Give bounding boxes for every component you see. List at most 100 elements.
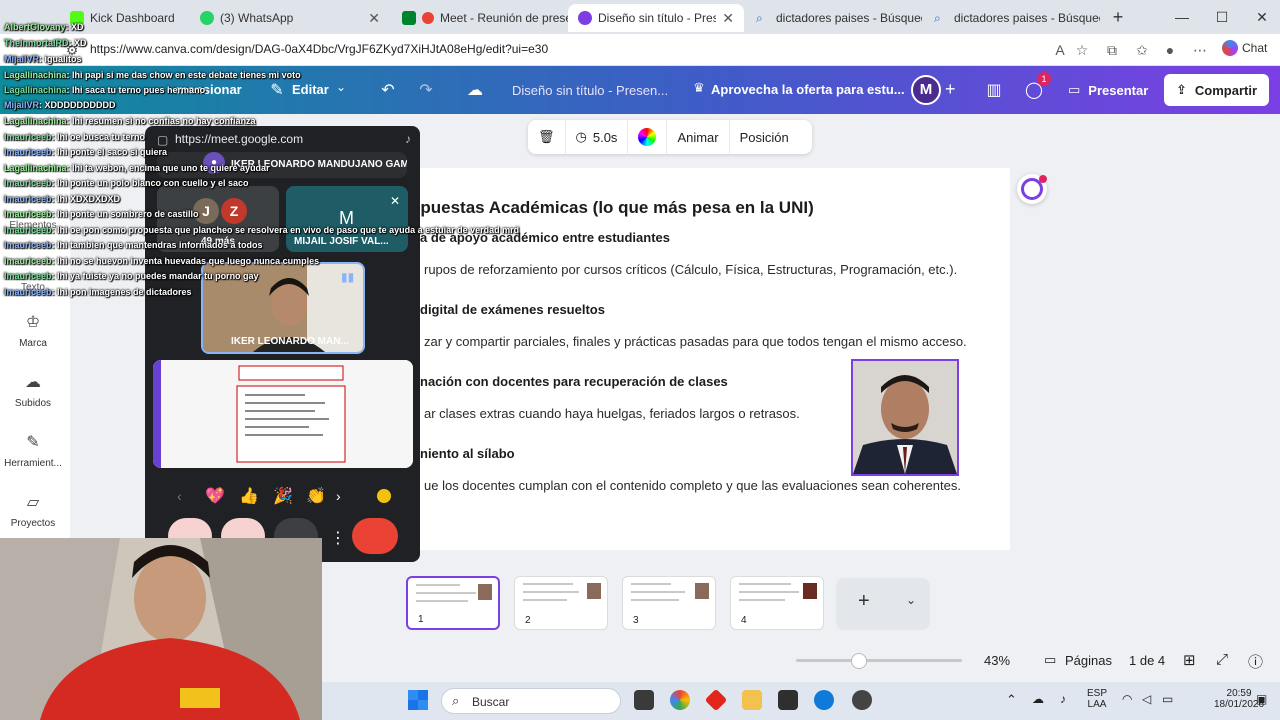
- slide-heading[interactable]: opuestas Académicas (lo que más pesa en …: [410, 198, 814, 218]
- cloud-icon[interactable]: ☁: [1032, 692, 1044, 706]
- page-thumbnail[interactable]: 1: [406, 576, 500, 630]
- zoom-level[interactable]: 43%: [984, 653, 1010, 668]
- maximize-button[interactable]: ☐: [1206, 6, 1238, 28]
- slide-item-body[interactable]: zar y compartir parciales, finales y prá…: [424, 334, 967, 349]
- slide-item-body[interactable]: ue los docentes cumplan con el contenido…: [424, 478, 961, 493]
- chevron-down-icon[interactable]: ⌄: [330, 80, 352, 94]
- grid-view-icon[interactable]: ⊞: [1183, 651, 1196, 669]
- clapping-hands-icon[interactable]: 👏: [306, 486, 326, 506]
- obs-icon[interactable]: [852, 690, 872, 710]
- thumb-line: [523, 599, 567, 601]
- new-tab-button[interactable]: +: [1102, 6, 1134, 28]
- microphone-icon[interactable]: ♪: [1060, 692, 1066, 706]
- thumb-line: [739, 599, 785, 601]
- present-button[interactable]: ▭ Presentar: [1056, 74, 1160, 106]
- help-icon[interactable]: ⓘ: [1248, 651, 1263, 672]
- rail-item-projects[interactable]: ▱ Proyectos: [0, 492, 66, 529]
- zoom-slider-handle[interactable]: [851, 653, 868, 669]
- fullscreen-icon[interactable]: ⤢: [1216, 651, 1228, 668]
- start-menu-icon[interactable]: [408, 690, 428, 710]
- extensions-icon[interactable]: ⧉: [1102, 40, 1122, 60]
- promo-offer[interactable]: Aprovecha la oferta para estu...: [711, 82, 905, 97]
- favorites-icon[interactable]: ✩: [1132, 40, 1152, 60]
- volume-icon[interactable]: ◁: [1142, 692, 1151, 706]
- notifications-icon[interactable]: ▣: [1256, 692, 1267, 706]
- redo-icon[interactable]: ↷: [415, 80, 437, 100]
- page-thumbnail[interactable]: 3: [622, 576, 716, 630]
- site-lock-icon: ▢: [157, 133, 169, 147]
- file-explorer-icon[interactable]: [742, 690, 762, 710]
- rail-item-brand[interactable]: ♔ Marca: [0, 312, 66, 349]
- task-view-icon[interactable]: [634, 690, 654, 710]
- tab-search-1[interactable]: ⌕ dictadores paises - Búsqueda ✕: [746, 4, 922, 32]
- wifi-icon[interactable]: ◠: [1122, 692, 1132, 706]
- meet-icon: [402, 11, 416, 25]
- url-field[interactable]: https://www.canva.com/design/DAG-0aX4Dbc…: [90, 42, 548, 56]
- duration-button[interactable]: ◷ 5.0s: [566, 120, 629, 154]
- store-icon[interactable]: [778, 690, 798, 710]
- language-indicator[interactable]: ESP LAA: [1087, 688, 1107, 710]
- chevron-right-icon[interactable]: ›: [336, 488, 341, 504]
- analytics-icon[interactable]: ▥: [983, 80, 1005, 100]
- thumb-line: [416, 584, 460, 586]
- close-tab-icon[interactable]: ✕: [722, 10, 734, 27]
- profile-icon[interactable]: ●: [1160, 40, 1180, 60]
- thumbs-up-icon[interactable]: 👍: [239, 486, 259, 506]
- zoom-slider-track[interactable]: [796, 659, 962, 662]
- more-options-icon[interactable]: ⋮: [330, 528, 346, 548]
- rail-item-uploads[interactable]: ☁ Subidos: [0, 372, 66, 409]
- cloud-save-icon[interactable]: ☁: [464, 80, 486, 100]
- slide-item-body[interactable]: ar clases extras cuando haya huelgas, fe…: [424, 406, 800, 421]
- slide-item-body[interactable]: rupos de reforzamiento por cursos crític…: [424, 262, 957, 277]
- edit-menu[interactable]: Editar: [292, 82, 329, 97]
- portrait-image[interactable]: [851, 359, 959, 476]
- slide-item-title[interactable]: digital de exámenes resueltos: [420, 302, 605, 317]
- close-window-button[interactable]: ✕: [1246, 6, 1278, 28]
- share-button[interactable]: ⇪ Compartir: [1164, 74, 1270, 106]
- close-tab-icon[interactable]: ✕: [368, 10, 380, 27]
- tray-overflow-icon[interactable]: ⌃: [1006, 692, 1017, 708]
- avatar[interactable]: M: [911, 75, 941, 105]
- meet-screen-share-tile[interactable]: [153, 360, 413, 468]
- chevron-left-icon[interactable]: ‹: [177, 488, 182, 504]
- chrome-icon[interactable]: [670, 690, 690, 710]
- translate-icon[interactable]: A: [1050, 40, 1070, 60]
- add-page-button[interactable]: + ⌄: [836, 578, 930, 630]
- undo-icon[interactable]: ↶: [377, 80, 399, 100]
- battery-icon[interactable]: ▭: [1162, 692, 1173, 706]
- edge-icon[interactable]: [814, 690, 834, 710]
- bookmark-star-icon[interactable]: ☆: [1072, 40, 1092, 60]
- screen-share-preview: [153, 360, 413, 468]
- add-collaborator-button[interactable]: +: [945, 79, 956, 100]
- magic-assistant-button[interactable]: [1017, 174, 1047, 204]
- document-title[interactable]: Diseño sin título - Presen...: [512, 83, 668, 98]
- microphone-icon[interactable]: ♪: [405, 132, 411, 146]
- page-thumbnail[interactable]: 4: [730, 576, 824, 630]
- chevron-down-icon[interactable]: ⌄: [906, 593, 916, 607]
- copilot-chat-button[interactable]: Chat: [1222, 40, 1267, 56]
- color-button[interactable]: [628, 120, 668, 154]
- slide-item-title[interactable]: niento al sílabo: [420, 446, 515, 461]
- reaction-picker-icon[interactable]: [376, 488, 392, 504]
- tab-whatsapp[interactable]: (3) WhatsApp ✕: [190, 4, 390, 32]
- position-button[interactable]: Posición: [730, 120, 799, 154]
- pages-icon[interactable]: ▭: [1044, 652, 1056, 668]
- minimize-button[interactable]: —: [1166, 6, 1198, 28]
- delete-button[interactable]: 🗑: [528, 120, 566, 154]
- sparkling-heart-icon[interactable]: 💖: [205, 486, 225, 506]
- animate-button[interactable]: Animar: [667, 120, 730, 154]
- tab-search-2[interactable]: ⌕ dictadores paises - Búsqueda ✕: [924, 4, 1100, 32]
- meet-participant-tile[interactable]: M ✕ MIJAIL JOSIF VAL...: [286, 186, 408, 252]
- chat-message: Imauriceeb: lhi no se huevon inventa hue…: [4, 256, 319, 266]
- tab-canva[interactable]: Diseño sin título - Presentación ✕: [568, 4, 744, 32]
- pages-button[interactable]: Páginas: [1065, 653, 1112, 668]
- tab-meet[interactable]: Meet - Reunión de presen ✕: [392, 4, 568, 32]
- end-call-button[interactable]: [352, 518, 398, 554]
- slide-item-title[interactable]: nación con docentes para recuperación de…: [420, 374, 728, 389]
- page-thumbnail[interactable]: 2: [514, 576, 608, 630]
- chat-username: Imauriceeb: [4, 225, 52, 235]
- taskbar-search[interactable]: ⌕ Buscar: [441, 688, 621, 714]
- rail-item-tools[interactable]: ✎ Herramient...: [0, 432, 66, 469]
- more-menu-icon[interactable]: ⋯: [1190, 40, 1210, 60]
- party-popper-icon[interactable]: 🎉: [273, 486, 293, 506]
